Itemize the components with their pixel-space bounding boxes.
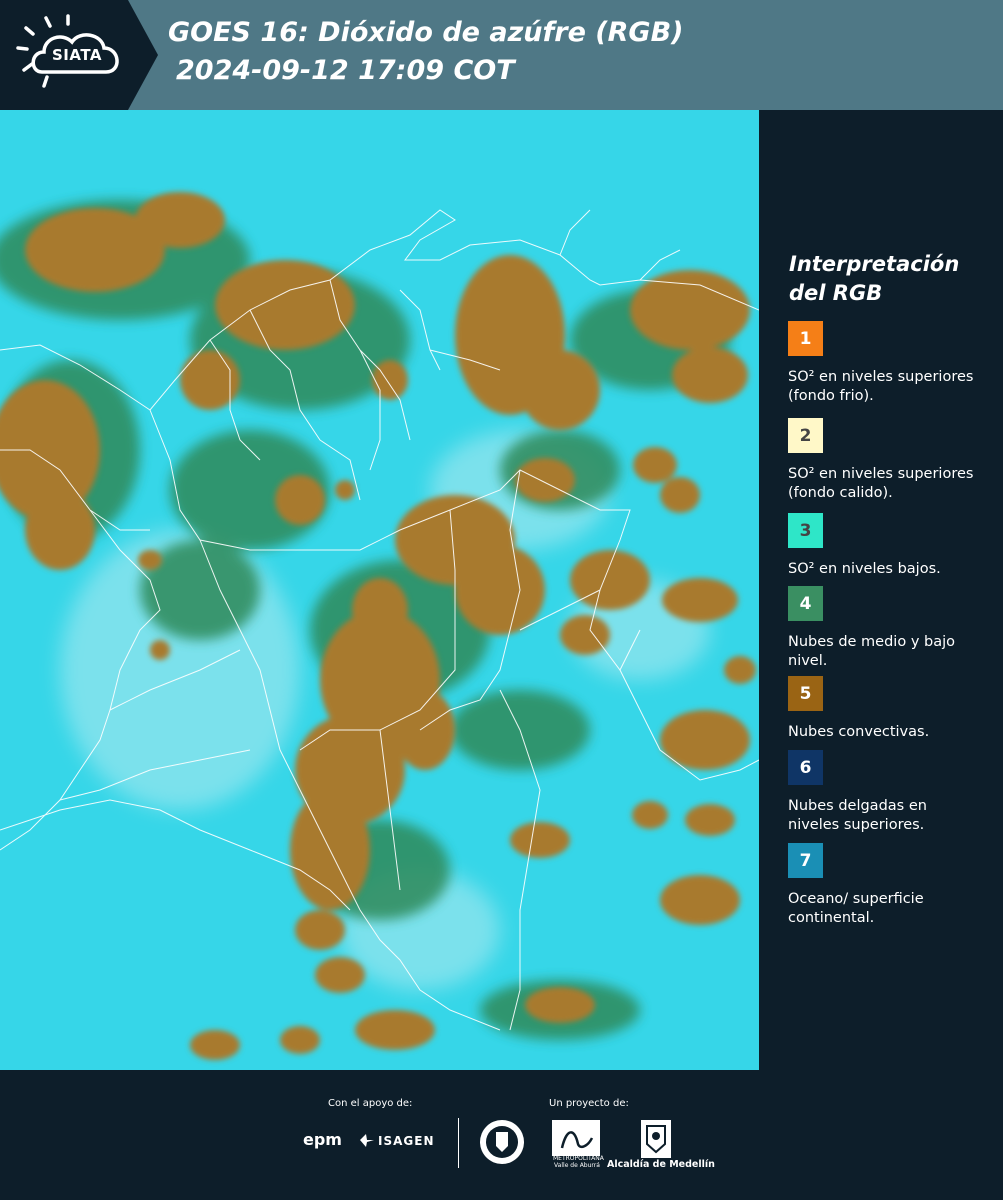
legend-title: Interpretación del RGB	[789, 250, 989, 308]
legend-text-3: SO² en niveles bajos.	[788, 561, 941, 577]
title-timestamp: 2024-09-12 17:09 COT	[176, 55, 515, 86]
legend-item-4: 4 Nubes de medio y bajo nivel.	[788, 586, 978, 671]
legend-text-2: SO² en niveles superiores (fondo calido)…	[788, 466, 974, 501]
legend-text-4: Nubes de medio y bajo nivel.	[788, 634, 955, 669]
title-product: GOES 16: Dióxido de azúfre (RGB)	[168, 17, 684, 48]
legend-swatch-4: 4	[788, 586, 823, 621]
legend-item-7: 7 Oceano/ superficie continental.	[788, 843, 978, 928]
page-title: GOES 16: Dióxido de azúfre (RGB) 2024-09…	[168, 14, 988, 90]
epm-logo: epm	[303, 1130, 342, 1149]
legend-title-line2: del RGB	[789, 281, 883, 305]
area-metropolitana-logo-icon	[552, 1120, 600, 1156]
legend-swatch-5: 5	[788, 676, 823, 711]
legend-text-7: Oceano/ superficie continental.	[788, 891, 924, 926]
legend-title-line1: Interpretación	[789, 252, 960, 276]
legend-text-6: Nubes delgadas en niveles superiores.	[788, 798, 927, 833]
legend-text-5: Nubes convectivas.	[788, 724, 930, 740]
legend-item-2: 2 SO² en niveles superiores (fondo calid…	[788, 418, 978, 503]
siata-logo: SIATA	[0, 0, 158, 110]
legend-swatch-3: 3	[788, 513, 823, 548]
isagen-mark-icon	[360, 1134, 374, 1147]
siata-logo-text: SIATA	[51, 46, 102, 64]
alcaldia-shield-icon	[641, 1120, 671, 1158]
legend-swatch-6: 6	[788, 750, 823, 785]
legend-item-5: 5 Nubes convectivas.	[788, 676, 978, 742]
legend-text-1: SO² en niveles superiores (fondo frio).	[788, 369, 974, 404]
footer-divider	[458, 1118, 459, 1168]
support-label: Con el apoyo de:	[328, 1098, 413, 1109]
legend-panel: Interpretación del RGB 1 SO² en niveles …	[760, 110, 1003, 1070]
legend-item-3: 3 SO² en niveles bajos.	[788, 513, 978, 579]
legend-swatch-1: 1	[788, 321, 823, 356]
legend-swatch-2: 2	[788, 418, 823, 453]
footer: Con el apoyo de: Un proyecto de: epm ISA…	[0, 1070, 1003, 1200]
legend-item-6: 6 Nubes delgadas en niveles superiores.	[788, 750, 978, 835]
legend-swatch-7: 7	[788, 843, 823, 878]
header: SIATA GOES 16: Dióxido de azúfre (RGB) 2…	[0, 0, 1003, 110]
project-label: Un proyecto de:	[549, 1098, 629, 1109]
satellite-map	[0, 110, 759, 1070]
isagen-logo: ISAGEN	[378, 1134, 435, 1148]
legend-item-1: 1 SO² en niveles superiores (fondo frio)…	[788, 321, 978, 406]
university-seal-icon	[480, 1120, 524, 1164]
area-metropolitana-label: METROPOLITANA Valle de Aburrá	[553, 1155, 604, 1169]
alcaldia-label: Alcaldía de Medellín	[607, 1159, 715, 1170]
